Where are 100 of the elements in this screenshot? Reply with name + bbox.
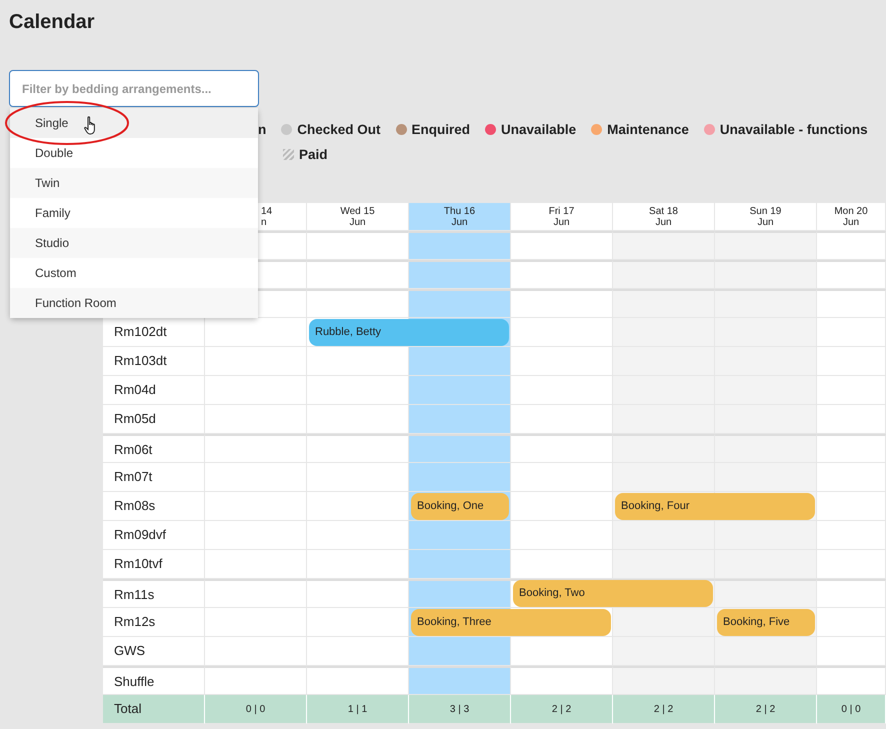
dropdown-option[interactable]: Double xyxy=(10,138,258,168)
calendar-cell[interactable] xyxy=(409,666,511,695)
dropdown-option[interactable]: Custom xyxy=(10,258,258,288)
calendar-cell[interactable] xyxy=(205,550,307,579)
calendar-cell[interactable] xyxy=(715,579,817,608)
calendar-cell[interactable] xyxy=(511,492,613,521)
dropdown-option[interactable]: Twin xyxy=(10,168,258,198)
calendar-cell[interactable] xyxy=(409,550,511,579)
calendar-cell[interactable] xyxy=(409,521,511,550)
calendar-cell[interactable] xyxy=(409,376,511,405)
dropdown-option[interactable]: Family xyxy=(10,198,258,228)
calendar-cell[interactable] xyxy=(715,289,817,318)
calendar-cell[interactable] xyxy=(817,579,886,608)
calendar-cell[interactable] xyxy=(409,463,511,492)
calendar-cell[interactable] xyxy=(511,405,613,434)
calendar-cell[interactable] xyxy=(205,521,307,550)
calendar-cell[interactable] xyxy=(715,405,817,434)
calendar-cell[interactable] xyxy=(409,289,511,318)
calendar-cell[interactable] xyxy=(205,463,307,492)
calendar-cell[interactable] xyxy=(307,550,409,579)
calendar-cell[interactable] xyxy=(307,463,409,492)
calendar-cell[interactable] xyxy=(205,405,307,434)
calendar-cell[interactable] xyxy=(817,666,886,695)
calendar-cell[interactable] xyxy=(511,260,613,289)
calendar-cell[interactable] xyxy=(817,318,886,347)
calendar-cell[interactable] xyxy=(511,318,613,347)
calendar-cell[interactable] xyxy=(613,608,715,637)
calendar-cell[interactable] xyxy=(307,376,409,405)
calendar-cell[interactable] xyxy=(307,579,409,608)
calendar-cell[interactable] xyxy=(205,318,307,347)
calendar-cell[interactable] xyxy=(613,376,715,405)
calendar-cell[interactable] xyxy=(205,376,307,405)
calendar-cell[interactable] xyxy=(817,637,886,666)
calendar-cell[interactable] xyxy=(817,608,886,637)
calendar-cell[interactable] xyxy=(307,260,409,289)
calendar-cell[interactable] xyxy=(307,405,409,434)
calendar-cell[interactable] xyxy=(715,231,817,260)
calendar-cell[interactable] xyxy=(613,637,715,666)
calendar-cell[interactable] xyxy=(511,637,613,666)
calendar-cell[interactable] xyxy=(307,492,409,521)
calendar-cell[interactable] xyxy=(205,666,307,695)
calendar-cell[interactable] xyxy=(205,434,307,463)
calendar-cell[interactable] xyxy=(715,521,817,550)
calendar-cell[interactable] xyxy=(307,521,409,550)
filter-input[interactable]: Filter by bedding arrangements... xyxy=(9,70,259,107)
calendar-cell[interactable] xyxy=(205,347,307,376)
calendar-cell[interactable] xyxy=(613,463,715,492)
calendar-cell[interactable] xyxy=(613,550,715,579)
calendar-cell[interactable] xyxy=(613,318,715,347)
calendar-cell[interactable] xyxy=(715,347,817,376)
calendar-cell[interactable] xyxy=(715,666,817,695)
calendar-cell[interactable] xyxy=(613,434,715,463)
calendar-cell[interactable] xyxy=(817,405,886,434)
calendar-cell[interactable] xyxy=(613,521,715,550)
booking-bar[interactable]: Booking, Three xyxy=(411,609,611,636)
booking-bar[interactable]: Rubble, Betty xyxy=(309,319,509,346)
calendar-cell[interactable] xyxy=(307,347,409,376)
booking-bar[interactable]: Booking, One xyxy=(411,493,509,520)
calendar-cell[interactable] xyxy=(205,492,307,521)
calendar-cell[interactable] xyxy=(511,376,613,405)
calendar-cell[interactable] xyxy=(307,637,409,666)
calendar-cell[interactable] xyxy=(511,550,613,579)
calendar-cell[interactable] xyxy=(817,376,886,405)
calendar-cell[interactable] xyxy=(409,347,511,376)
calendar-cell[interactable] xyxy=(715,260,817,289)
dropdown-option[interactable]: Function Room xyxy=(10,288,258,318)
calendar-cell[interactable] xyxy=(511,434,613,463)
calendar-cell[interactable] xyxy=(511,666,613,695)
calendar-cell[interactable] xyxy=(613,260,715,289)
dropdown-option[interactable]: Studio xyxy=(10,228,258,258)
calendar-cell[interactable] xyxy=(205,579,307,608)
calendar-cell[interactable] xyxy=(613,231,715,260)
calendar-cell[interactable] xyxy=(409,405,511,434)
calendar-cell[interactable] xyxy=(715,637,817,666)
calendar-cell[interactable] xyxy=(817,231,886,260)
calendar-cell[interactable] xyxy=(511,463,613,492)
calendar-cell[interactable] xyxy=(817,347,886,376)
calendar-cell[interactable] xyxy=(817,521,886,550)
booking-bar[interactable]: Booking, Five xyxy=(717,609,815,636)
calendar-cell[interactable] xyxy=(307,289,409,318)
calendar-cell[interactable] xyxy=(409,637,511,666)
calendar-cell[interactable] xyxy=(409,260,511,289)
calendar-cell[interactable] xyxy=(409,579,511,608)
calendar-cell[interactable] xyxy=(511,347,613,376)
calendar-cell[interactable] xyxy=(715,550,817,579)
calendar-cell[interactable] xyxy=(409,434,511,463)
calendar-cell[interactable] xyxy=(817,463,886,492)
calendar-cell[interactable] xyxy=(613,666,715,695)
calendar-cell[interactable] xyxy=(205,608,307,637)
calendar-cell[interactable] xyxy=(817,260,886,289)
calendar-cell[interactable] xyxy=(715,318,817,347)
calendar-cell[interactable] xyxy=(409,231,511,260)
calendar-cell[interactable] xyxy=(511,289,613,318)
calendar-cell[interactable] xyxy=(817,550,886,579)
calendar-cell[interactable] xyxy=(613,289,715,318)
calendar-cell[interactable] xyxy=(307,434,409,463)
calendar-cell[interactable] xyxy=(715,463,817,492)
calendar-cell[interactable] xyxy=(613,405,715,434)
calendar-cell[interactable] xyxy=(511,521,613,550)
calendar-cell[interactable] xyxy=(715,376,817,405)
